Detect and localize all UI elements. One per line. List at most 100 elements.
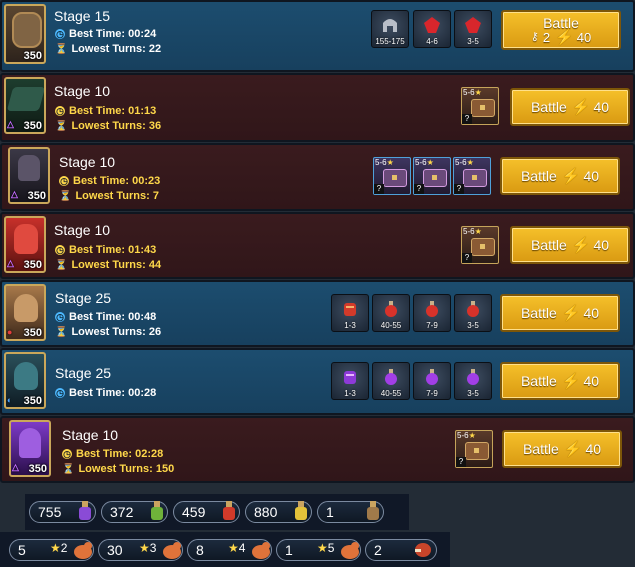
brown-potion-icon: [367, 501, 379, 520]
stage-row: △ 350 Stage 10 ◷ Best Time: 02:28 ⏳ Lowe…: [0, 416, 635, 483]
chest-range-text: 5-6: [415, 158, 427, 167]
potion-count: 459: [182, 504, 206, 520]
potion-count: 880: [254, 504, 278, 520]
lowest-turns: ⏳ Lowest Turns: 26: [55, 326, 161, 338]
unknown-badge: ?: [454, 184, 464, 194]
battle-button[interactable]: Battle ⚡ 40: [510, 226, 630, 264]
best-time-text: Best Time: 00:48: [69, 311, 157, 323]
helmet-icon: [383, 19, 397, 32]
best-time: ◷ Best Time: 00:48: [55, 311, 156, 323]
energy-cost: 40: [585, 441, 602, 457]
battle-label: Battle: [543, 14, 579, 31]
keys-cost: 2: [542, 29, 551, 45]
affinity-icon: △: [7, 119, 14, 129]
drop-range: 40-55: [380, 321, 402, 330]
red-gem-icon: [424, 17, 440, 33]
drop-purple-potion[interactable]: 7-9: [413, 362, 451, 400]
star-icon: ★: [474, 88, 482, 97]
drop-helmet[interactable]: 155-175: [371, 10, 409, 48]
reward-chest[interactable]: 5-6★ ?: [413, 157, 451, 195]
star-icon: ★5: [317, 541, 335, 555]
star-count: 2: [60, 541, 68, 555]
champion-portrait: △ 350: [4, 216, 46, 273]
chest-range: 5-6★: [463, 227, 482, 236]
drop-red-potion[interactable]: 40-55: [372, 294, 410, 332]
energy-cost: 40: [593, 99, 610, 115]
chicken-slot[interactable]: 5 ★2: [9, 539, 94, 561]
drop-purple-potion[interactable]: 40-55: [372, 362, 410, 400]
chest-icon: [465, 442, 489, 460]
champion-portrait: ● 350: [4, 284, 46, 341]
affinity-icon: △: [7, 258, 14, 268]
drop-red-potion[interactable]: 3-5: [454, 294, 492, 332]
battle-button[interactable]: Battle ⚷ 2 ⚡ 40: [501, 10, 621, 50]
best-time-text: Best Time: 01:43: [69, 244, 157, 256]
best-time: ◷ Best Time: 01:43: [55, 244, 156, 256]
energy-icon: ⚡: [571, 237, 591, 254]
turns-icon: ⏳: [55, 120, 68, 132]
energy-cost: 40: [583, 168, 600, 184]
battle-button[interactable]: Battle ⚡ 40: [500, 157, 620, 195]
battle-button[interactable]: Battle ⚡ 40: [502, 430, 622, 468]
chicken-inventory-bar: 5 ★2 30 ★3 8 ★4 1 ★5 2: [0, 532, 450, 567]
meat-slot[interactable]: 2: [365, 539, 437, 561]
yellow-potion-icon: [295, 501, 307, 520]
reward-chest[interactable]: 5-6★ ?: [453, 157, 491, 195]
reward-chest[interactable]: 5-6★ ?: [461, 87, 499, 125]
chest-range: 5-6★: [415, 158, 434, 167]
clock-icon: ◷: [55, 106, 65, 116]
stage-row: △ 350 Stage 10 ◷ Best Time: 01:13 ⏳ Lowe…: [0, 73, 635, 142]
chicken-icon: [341, 542, 359, 559]
reward-chest[interactable]: 5-6★ ?: [373, 157, 411, 195]
chicken-slot[interactable]: 30 ★3: [98, 539, 183, 561]
stage-title: Stage 15: [54, 8, 111, 24]
champion-portrait: ◐ 350: [4, 352, 46, 409]
potion-slot[interactable]: 755: [29, 501, 96, 523]
star-icon: ★: [466, 158, 474, 167]
stage-title: Stage 10: [54, 83, 111, 99]
star-icon: ★: [474, 227, 482, 236]
stage-title: Stage 10: [62, 427, 119, 443]
chicken-slot[interactable]: 8 ★4: [187, 539, 272, 561]
drop-purple-scroll[interactable]: 1-3: [331, 362, 369, 400]
champion-level: 350: [23, 120, 42, 132]
affinity-icon: △: [11, 189, 18, 199]
chest-icon: [471, 99, 495, 117]
energy-icon: ⚡: [563, 441, 583, 458]
battle-button[interactable]: Battle ⚡ 40: [500, 362, 620, 400]
battle-label: Battle: [530, 99, 567, 115]
chest-range-text: 5-6: [455, 158, 467, 167]
potion-slot[interactable]: 1: [317, 501, 384, 523]
affinity-icon: ◐: [7, 395, 13, 405]
reward-chest[interactable]: 5-6★ ?: [455, 430, 493, 468]
chicken-icon: [74, 542, 92, 559]
star-icon: ★4: [228, 541, 246, 555]
drop-range: 3-5: [467, 321, 479, 330]
stage-title: Stage 10: [59, 154, 116, 170]
potion-slot[interactable]: 372: [101, 501, 168, 523]
drop-red-potion[interactable]: 7-9: [413, 294, 451, 332]
potion-slot[interactable]: 880: [245, 501, 312, 523]
stage-title: Stage 25: [55, 365, 112, 381]
champion-level: 350: [23, 327, 42, 339]
battle-button[interactable]: Battle ⚡ 40: [500, 294, 620, 332]
drop-range: 1-3: [344, 321, 356, 330]
battle-button[interactable]: Battle ⚡ 40: [510, 88, 630, 126]
energy-icon: ⚡: [561, 305, 581, 322]
champion-level: 350: [23, 50, 42, 62]
drop-red-gem[interactable]: 4-6: [413, 10, 451, 48]
stage-title: Stage 10: [54, 222, 111, 238]
reward-chest[interactable]: 5-6★ ?: [461, 226, 499, 264]
drop-red-gem[interactable]: 3-5: [454, 10, 492, 48]
champion-level: 350: [28, 463, 47, 475]
potion-slot[interactable]: 459: [173, 501, 240, 523]
drop-red-scroll[interactable]: 1-3: [331, 294, 369, 332]
turns-icon: ⏳: [55, 259, 68, 271]
chest-range: 5-6★: [455, 158, 474, 167]
chicken-slot[interactable]: 1 ★5: [276, 539, 361, 561]
drop-purple-potion[interactable]: 3-5: [454, 362, 492, 400]
drop-range: 155-175: [375, 37, 405, 46]
best-time-text: Best Time: 00:24: [69, 28, 157, 40]
clock-icon: ◷: [59, 176, 69, 186]
unknown-badge: ?: [374, 184, 384, 194]
